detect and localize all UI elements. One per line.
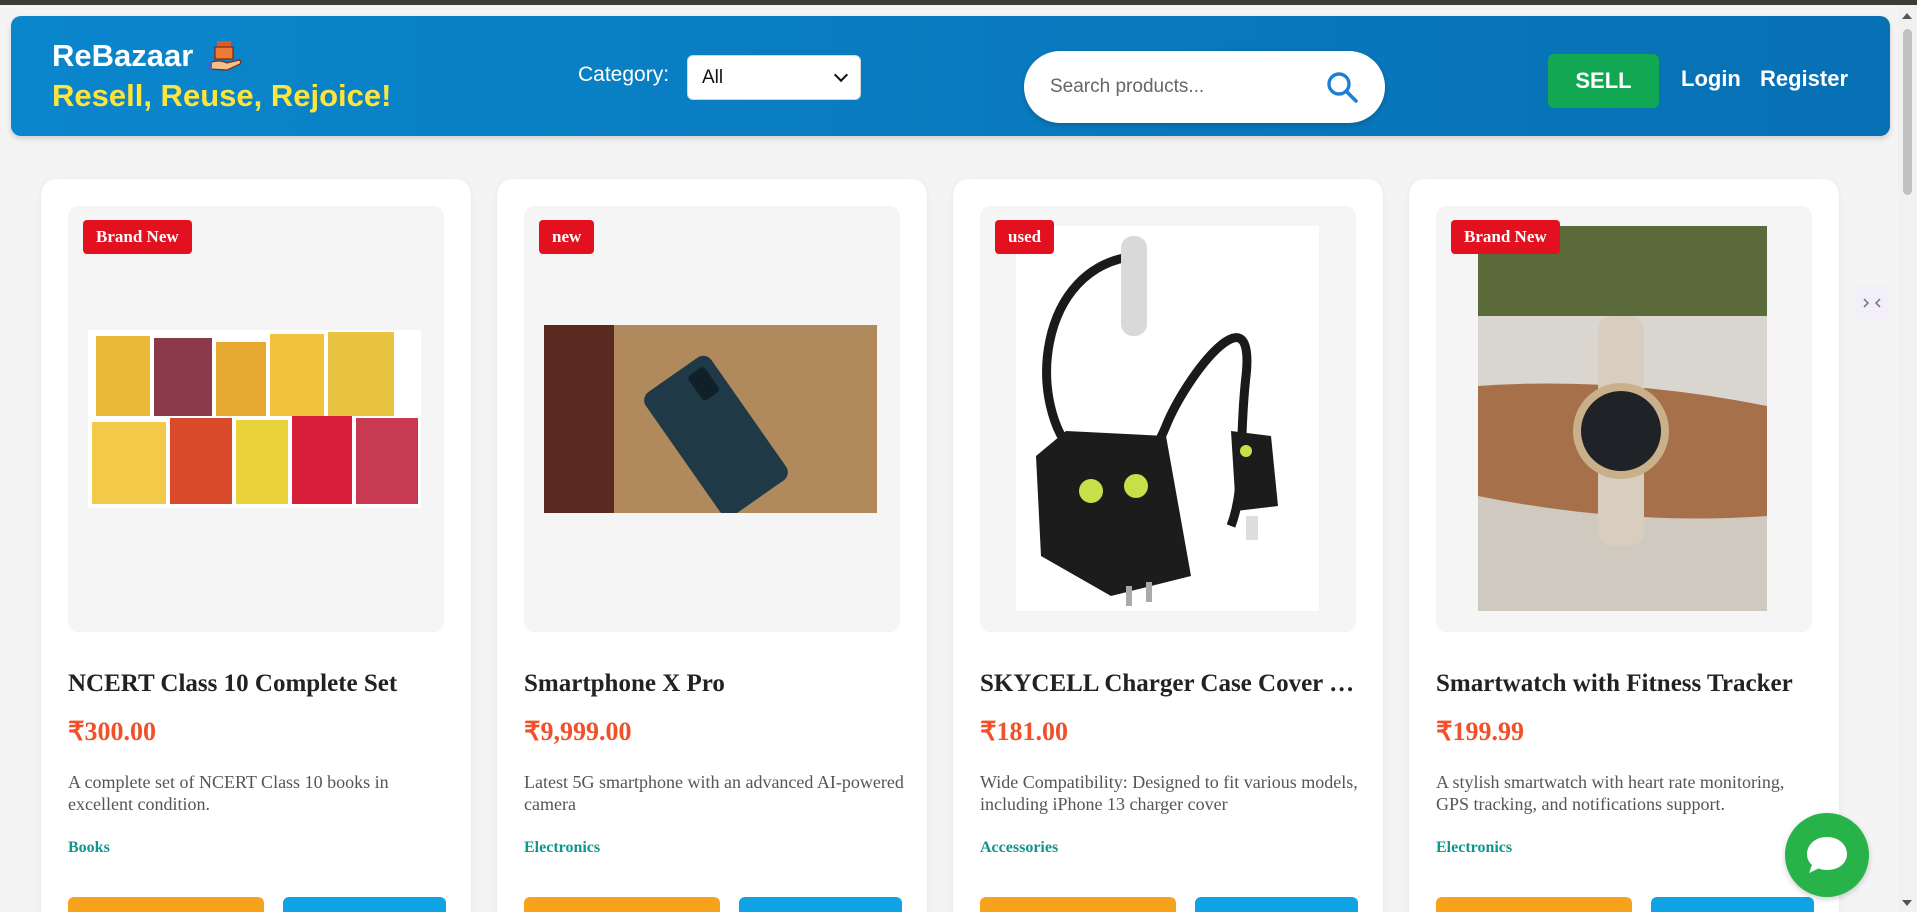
- category-select-value: All: [702, 66, 724, 88]
- page-scrollbar[interactable]: [1898, 5, 1917, 912]
- chat-bubble-icon: [1807, 837, 1847, 873]
- secondary-action-button[interactable]: [1195, 897, 1358, 912]
- condition-badge: used: [995, 220, 1055, 254]
- product-image-frame: Brand New: [1436, 206, 1812, 632]
- product-category[interactable]: Books: [68, 839, 110, 857]
- search-icon[interactable]: [1325, 70, 1359, 104]
- product-category[interactable]: Accessories: [980, 839, 1058, 857]
- product-price: ₹9,999.00: [524, 717, 632, 746]
- search-box[interactable]: Search products...: [1024, 51, 1385, 123]
- secondary-action-button[interactable]: [283, 897, 446, 912]
- condition-badge: Brand New: [1451, 220, 1560, 254]
- scroll-up-arrow[interactable]: [1902, 13, 1912, 19]
- product-title[interactable]: Smartphone X Pro: [524, 670, 904, 698]
- condition-badge: new: [539, 220, 595, 254]
- product-image-frame: new: [524, 206, 900, 632]
- product-price: ₹199.99: [1436, 717, 1525, 746]
- product-description: A stylish smartwatch with heart rate mon…: [1436, 772, 1785, 814]
- product-description: Latest 5G smartphone with an advanced AI…: [524, 772, 904, 814]
- product-title[interactable]: SKYCELL Charger Case Cover …: [980, 670, 1360, 698]
- condition-badge: Brand New: [83, 220, 192, 254]
- tagline: Resell, Reuse, Rejoice!: [52, 78, 392, 113]
- product-price: ₹181.00: [980, 717, 1069, 746]
- extension-sidebar-tab[interactable]: [1856, 285, 1888, 321]
- search-input[interactable]: Search products...: [1050, 76, 1325, 98]
- product-card[interactable]: Brand New NCERT Class 10 Complete Set ₹3…: [41, 179, 471, 912]
- chevron-down-icon: [833, 67, 849, 83]
- login-link[interactable]: Login: [1681, 66, 1741, 92]
- secondary-action-button[interactable]: [1651, 897, 1814, 912]
- primary-action-button[interactable]: [980, 897, 1176, 912]
- product-description: A complete set of NCERT Class 10 books i…: [68, 772, 389, 814]
- scroll-thumb[interactable]: [1903, 29, 1912, 195]
- product-price: ₹300.00: [68, 717, 157, 746]
- register-link[interactable]: Register: [1760, 66, 1848, 92]
- scroll-down-arrow[interactable]: [1902, 900, 1912, 906]
- product-title[interactable]: NCERT Class 10 Complete Set: [68, 670, 448, 698]
- product-card[interactable]: used SKYCELL Charger Case Cover … ₹181.0…: [953, 179, 1383, 912]
- sell-button[interactable]: SELL: [1548, 54, 1659, 108]
- product-image-frame: Brand New: [68, 206, 444, 632]
- product-description: Wide Compatibility: Designed to fit vari…: [980, 772, 1358, 814]
- primary-action-button[interactable]: [1436, 897, 1632, 912]
- site-header: ReBazaar Resell, Reuse, Rejoice! Categor…: [11, 16, 1890, 136]
- category-label: Category:: [578, 63, 670, 86]
- page: ReBazaar Resell, Reuse, Rejoice! Categor…: [0, 5, 1898, 912]
- primary-action-button[interactable]: [68, 897, 264, 912]
- secondary-action-button[interactable]: [739, 897, 902, 912]
- smartwatch-photo: [1478, 226, 1767, 611]
- hand-box-icon: [207, 41, 242, 71]
- product-category[interactable]: Electronics: [1436, 839, 1512, 857]
- product-card[interactable]: Brand New Smartwatch with Fitness Tracke…: [1409, 179, 1839, 912]
- product-category[interactable]: Electronics: [524, 839, 600, 857]
- category-select[interactable]: All: [687, 55, 861, 100]
- collapse-icon: [1863, 298, 1881, 308]
- product-title[interactable]: Smartwatch with Fitness Tracker: [1436, 670, 1816, 698]
- phone-photo: [544, 325, 877, 513]
- product-image-frame: used: [980, 206, 1356, 632]
- chat-button[interactable]: [1785, 813, 1869, 897]
- primary-action-button[interactable]: [524, 897, 720, 912]
- product-card[interactable]: new Smartphone X Pro ₹9,999.00 Latest 5G…: [497, 179, 927, 912]
- charger-cover-photo: [1016, 226, 1319, 611]
- brand[interactable]: ReBazaar: [52, 38, 243, 74]
- brand-name: ReBazaar: [52, 38, 194, 73]
- books-photo: [88, 330, 421, 508]
